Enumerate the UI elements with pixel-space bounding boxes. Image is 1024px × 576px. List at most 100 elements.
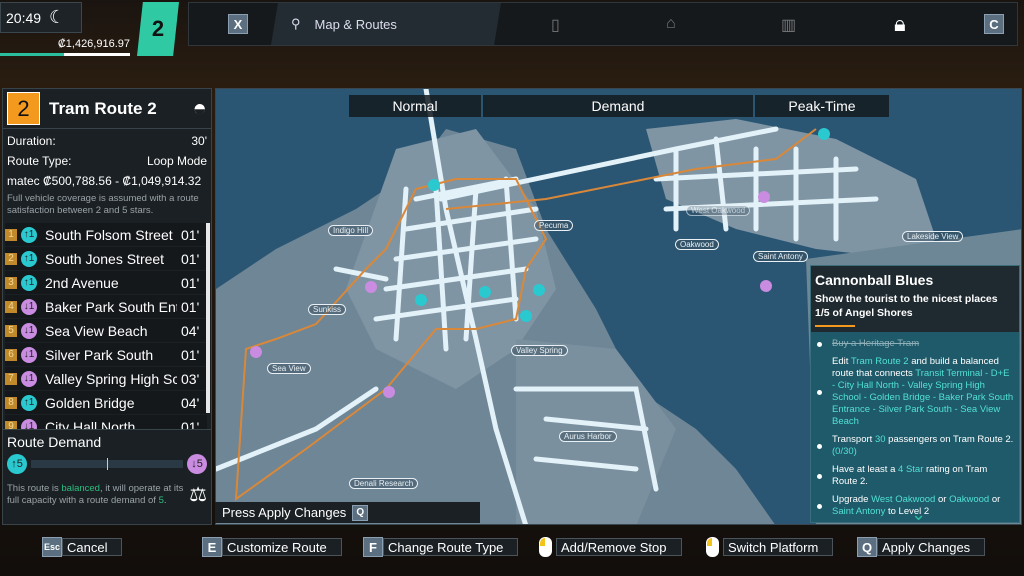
- add-remove-stop-button[interactable]: Add/Remove Stop: [539, 537, 682, 557]
- map-tab-demand[interactable]: Demand: [483, 95, 753, 117]
- direction-badge: ↓1: [21, 370, 37, 387]
- key-c-button[interactable]: C: [984, 14, 1004, 34]
- stop-time: 03': [181, 370, 200, 387]
- direction-badge: ↑1: [21, 394, 37, 411]
- moon-icon: ☾: [49, 7, 66, 27]
- map-label[interactable]: Oakwood: [675, 239, 719, 250]
- stop-time: 01': [181, 346, 200, 363]
- stop-list-scrollbar[interactable]: [206, 223, 210, 413]
- route-demand: Route Demand ↑5 ↓5 This route is balance…: [3, 429, 211, 525]
- stop-index: 3: [5, 276, 17, 289]
- stop-list-item[interactable]: 5 ↓1 Sea View Beach 04': [5, 319, 207, 342]
- scroll-down-chevron-icon[interactable]: ⌄: [911, 504, 926, 525]
- buildings-icon[interactable]: ▥: [781, 15, 796, 35]
- quest-title: Cannonball Blues: [815, 272, 934, 288]
- stop-index: 7: [5, 372, 17, 385]
- quest-task: Have at least a 4 Star rating on Tram Ro…: [817, 464, 1015, 488]
- key-x-button[interactable]: X: [228, 14, 248, 34]
- map-tab-normal[interactable]: Normal: [349, 95, 481, 117]
- stop-list-item[interactable]: 6 ↓1 Silver Park South 01': [5, 343, 207, 366]
- map-label[interactable]: West Oakwood: [686, 205, 751, 216]
- stop-name: Silver Park South: [45, 346, 154, 363]
- stop-index: 6: [5, 348, 17, 361]
- quest-task: Edit Tram Route 2 and build a balanced r…: [817, 356, 1015, 428]
- direction-badge: ↓1: [21, 298, 37, 315]
- map-tab-peak-time[interactable]: Peak-Time: [755, 95, 889, 117]
- stop-time: 04': [181, 322, 200, 339]
- direction-badge: ↓1: [21, 346, 37, 363]
- apply-hint-text: Press Apply Changes: [222, 505, 347, 520]
- map-label[interactable]: Denali Research: [349, 478, 419, 489]
- stop-time: 01': [181, 226, 200, 243]
- route-cost: matec ₡500,788.56 - ₡1,049,914.32: [7, 174, 202, 188]
- mouse-left-icon: [539, 537, 552, 557]
- stop-name: City Hall North: [45, 418, 136, 430]
- demand-up-badge: ↑5: [7, 454, 27, 474]
- stop-name: South Jones Street: [45, 250, 165, 267]
- stop-name: Valley Spring High School: [45, 370, 177, 387]
- switch-platform-button[interactable]: Switch Platform: [706, 537, 834, 557]
- map-pin-icon: ⚲: [291, 16, 301, 31]
- direction-badge: ↑1: [21, 250, 37, 267]
- apply-hint: Press Apply Changes Q: [215, 502, 480, 523]
- map-label[interactable]: Valley Spring: [511, 345, 568, 356]
- phone-map-icon[interactable]: ▯: [551, 15, 560, 35]
- map-label[interactable]: Sunkiss: [308, 304, 347, 315]
- apply-changes-button[interactable]: Q Apply Changes: [857, 537, 986, 557]
- stop-name: Baker Park South Entrance: [45, 298, 177, 315]
- time-display: 20:49 ☾: [0, 2, 82, 33]
- demand-description: This route is balanced, it will operate …: [7, 482, 184, 506]
- route-demand-title: Route Demand: [7, 434, 102, 450]
- peak-time-icon: ◓: [192, 94, 208, 122]
- map-label[interactable]: Indigo Hill: [328, 225, 374, 236]
- map-label[interactable]: Sea View: [267, 363, 311, 374]
- quest-panel: Cannonball Blues Show the tourist to the …: [810, 265, 1020, 525]
- demand-down-badge: ↓5: [187, 454, 207, 474]
- stop-list: 1 ↑1 South Folsom Street 01' 2 ↑1 South Jones …: [3, 222, 207, 429]
- map-label[interactable]: Aurus Harbor: [559, 431, 617, 442]
- quest-task: Transport 30 passengers on Tram Route 2.…: [817, 434, 1015, 458]
- lock-icon[interactable]: 🔒︎: [894, 11, 906, 37]
- stop-time: 04': [181, 394, 200, 411]
- money: ₡1,426,916.97: [57, 38, 130, 50]
- tab-map-routes[interactable]: ⚲ Map & Routes: [271, 3, 501, 45]
- stop-list-item[interactable]: 4 ↓1 Baker Park South Entrance01': [5, 295, 207, 318]
- duration-label: Duration:: [7, 134, 56, 148]
- route-title: Tram Route 2: [49, 98, 157, 118]
- quest-subtitle: Show the tourist to the nicest places 1/…: [815, 293, 998, 319]
- map-label[interactable]: Pecuma: [534, 220, 574, 231]
- direction-badge: ↑1: [21, 226, 37, 243]
- stop-list-item[interactable]: 8 ↑1 Golden Bridge 04': [5, 391, 207, 414]
- cancel-button[interactable]: Esc Cancel: [42, 537, 123, 557]
- duration-value: 30': [191, 134, 207, 148]
- key-q: Q: [352, 504, 369, 521]
- stop-list-item[interactable]: 7 ↓1 Valley Spring High School03': [5, 367, 207, 390]
- map-label[interactable]: Saint Antony: [753, 251, 808, 262]
- stop-list-item[interactable]: 2 ↑1 South Jones Street 01': [5, 247, 207, 270]
- stop-list-item[interactable]: 3 ↑1 2nd Avenue 01': [5, 271, 207, 294]
- mouse-left-icon: [706, 537, 719, 557]
- change-route-type-button[interactable]: F Change Route Type: [363, 537, 519, 557]
- balance-scale-icon: ⚖: [189, 484, 207, 506]
- stop-time: 01': [181, 298, 200, 315]
- direction-badge: ↓1: [21, 322, 37, 339]
- money-progress: [0, 53, 130, 56]
- stop-index: 9: [5, 420, 17, 429]
- stop-list-item[interactable]: 9 ↓1 City Hall North 01': [5, 415, 207, 429]
- stop-index: 2: [5, 252, 17, 265]
- route-type-label: Route Type:: [7, 154, 72, 168]
- coverage-note: Full vehicle coverage is assumed with a …: [7, 193, 199, 216]
- stop-list-item[interactable]: 1 ↑1 South Folsom Street 01': [5, 223, 207, 246]
- top-bar: X ⚲ Map & Routes ▯ ⌂ ▥ 🔒︎ C: [188, 2, 1018, 46]
- demand-balance-bar: [31, 458, 183, 470]
- stop-name: Golden Bridge: [45, 394, 135, 411]
- tab-label: Map & Routes: [314, 16, 397, 32]
- level-badge: 2: [137, 2, 179, 56]
- map-label[interactable]: Lakeside View: [902, 231, 964, 242]
- clock: 20:49: [6, 9, 42, 26]
- customize-route-button[interactable]: E Customize Route: [202, 537, 342, 557]
- garage-icon[interactable]: ⌂: [666, 15, 676, 33]
- stop-index: 5: [5, 324, 17, 337]
- stop-name: South Folsom Street: [45, 226, 173, 243]
- route-type-value: Loop Mode: [146, 154, 207, 168]
